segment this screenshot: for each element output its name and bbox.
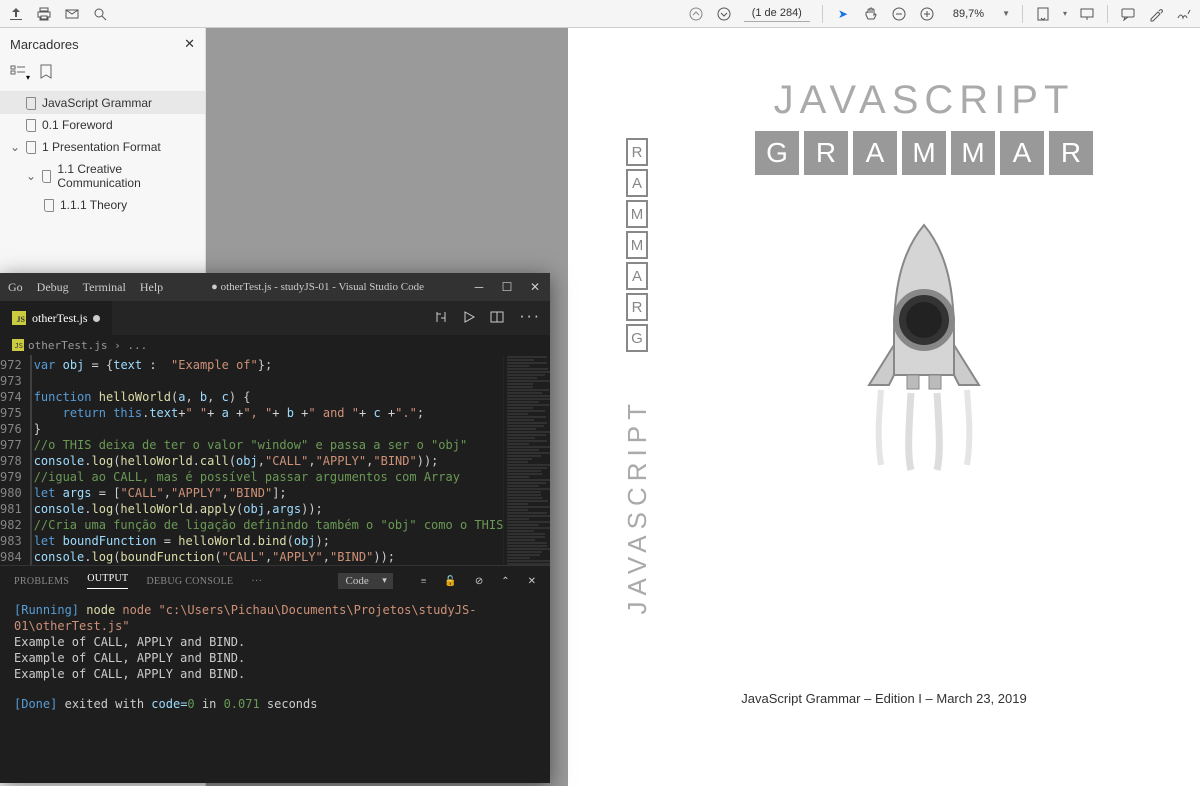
spaceship-illustration — [688, 215, 1160, 478]
run-icon[interactable] — [462, 310, 476, 327]
print-icon[interactable] — [36, 6, 52, 22]
search-icon[interactable] — [92, 6, 108, 22]
bookmark-item[interactable]: JavaScript Grammar — [0, 92, 205, 114]
book-footer: JavaScript Grammar – Edition I – March 2… — [741, 691, 1026, 706]
compare-icon[interactable] — [434, 310, 448, 327]
separator — [822, 5, 823, 23]
bottom-panel: PROBLEMS OUTPUT DEBUG CONSOLE ··· Code ≡… — [0, 565, 550, 718]
page-up-icon[interactable] — [688, 6, 704, 22]
chevron-down-icon[interactable]: ⌄ — [26, 169, 36, 183]
bookmarks-view-icon[interactable]: ▾ — [10, 64, 30, 83]
output-text: seconds — [260, 697, 318, 711]
mail-icon[interactable] — [64, 6, 80, 22]
output-content[interactable]: [Running] node node "c:\Users\Pichau\Doc… — [0, 596, 550, 718]
separator — [1022, 5, 1023, 23]
bookmark-label: 1.1 Creative Communication — [57, 162, 197, 190]
output-cmd: node "c:\Users\Pichau\Documents\Projetos… — [14, 603, 476, 633]
presentation-icon[interactable] — [1079, 6, 1095, 22]
tab-more[interactable]: ··· — [251, 576, 262, 587]
output-running-label: [Running] — [14, 603, 79, 617]
tab-problems[interactable]: PROBLEMS — [14, 576, 69, 587]
bookmark-item[interactable]: ⌄ 1.1 Creative Communication — [0, 158, 205, 194]
close-panel-icon[interactable]: ✕ — [528, 576, 536, 587]
upload-icon[interactable] — [8, 6, 24, 22]
read-mode-icon[interactable] — [1035, 6, 1051, 22]
comment-icon[interactable] — [1120, 6, 1136, 22]
separator — [1107, 5, 1108, 23]
bookmark-label: 1.1.1 Theory — [60, 198, 127, 212]
bookmark-item[interactable]: 1.1.1 Theory — [0, 194, 205, 216]
output-channel-select[interactable]: Code — [338, 573, 393, 589]
vscode-titlebar[interactable]: Go Debug Terminal Help ● otherTest.js - … — [0, 273, 550, 301]
split-icon[interactable] — [490, 310, 504, 327]
pointer-icon[interactable]: ➤ — [835, 6, 851, 22]
more-icon[interactable]: ··· — [518, 310, 540, 327]
bookmarks-title: Marcadores — [10, 37, 79, 52]
editor-tab[interactable]: JS otherTest.js — [0, 301, 113, 335]
output-code-val: 0 — [187, 697, 194, 711]
minimize-icon[interactable]: ─ — [472, 280, 486, 294]
tab-output[interactable]: OUTPUT — [87, 573, 128, 589]
bookmark-item[interactable]: ⌄ 1 Presentation Format — [0, 136, 205, 158]
code-content[interactable]: var obj = {text : "Example of"}; functio… — [30, 355, 504, 565]
book-title: JAVASCRIPT — [688, 78, 1160, 123]
output-line: Example of CALL, APPLY and BIND. — [14, 666, 536, 682]
maximize-icon[interactable]: ☐ — [500, 280, 514, 294]
vscode-window: Go Debug Terminal Help ● otherTest.js - … — [0, 273, 550, 783]
output-node: node — [86, 603, 115, 617]
pdf-toolbar: (1 de 284) ➤ 89,7% ▼ ▾ — [0, 0, 1200, 28]
close-icon[interactable]: ✕ — [528, 280, 542, 294]
pdf-page: GRAMMAR JAVASCRIPT JAVASCRIPT GRAMMAR — [568, 28, 1200, 786]
bookmark-label: JavaScript Grammar — [42, 96, 152, 110]
grammar-boxes: GRAMMAR — [688, 131, 1160, 175]
editor-tabs: JS otherTest.js ··· — [0, 301, 550, 335]
js-file-icon: JS — [12, 311, 26, 325]
unsaved-dot-icon — [93, 315, 100, 322]
chevron-up-icon[interactable]: ⌃ — [501, 576, 509, 587]
bookmark-label: 1 Presentation Format — [42, 140, 161, 154]
highlight-icon[interactable] — [1148, 6, 1164, 22]
menu-debug[interactable]: Debug — [37, 280, 69, 295]
hand-icon[interactable] — [863, 6, 879, 22]
page-down-icon[interactable] — [716, 6, 732, 22]
line-numbers: 9729739749759769779789799809819829839849… — [0, 355, 30, 565]
output-done-label: [Done] — [14, 697, 57, 711]
sign-icon[interactable] — [1176, 6, 1192, 22]
output-text: code= — [151, 697, 187, 711]
window-title: ● otherTest.js - studyJS-01 - Visual Stu… — [177, 281, 458, 293]
vertical-grammar-boxes: GRAMMAR — [626, 138, 648, 352]
zoom-level[interactable]: 89,7% — [947, 6, 990, 22]
chevron-down-icon[interactable]: ⌄ — [10, 140, 20, 154]
output-line: Example of CALL, APPLY and BIND. — [14, 650, 536, 666]
bookmark-item[interactable]: 0.1 Foreword — [0, 114, 205, 136]
menu-terminal[interactable]: Terminal — [83, 280, 126, 295]
bookmark-label: 0.1 Foreword — [42, 118, 113, 132]
breadcrumb[interactable]: JS otherTest.js › ... — [0, 335, 550, 355]
minimap[interactable] — [503, 355, 550, 565]
lock-icon[interactable]: 🔓 — [444, 576, 456, 587]
output-line: Example of CALL, APPLY and BIND. — [14, 634, 536, 650]
list-icon[interactable]: ≡ — [421, 576, 427, 587]
breadcrumb-text: otherTest.js › ... — [28, 339, 147, 352]
zoom-dropdown-icon[interactable]: ▼ — [1002, 9, 1010, 18]
output-time: 0.071 — [224, 697, 260, 711]
zoom-out-icon[interactable] — [891, 6, 907, 22]
tab-label: otherTest.js — [32, 311, 87, 326]
close-icon[interactable]: ✕ — [184, 36, 195, 52]
tab-debug-console[interactable]: DEBUG CONSOLE — [146, 576, 233, 587]
menu-go[interactable]: Go — [8, 280, 23, 295]
output-text: in — [195, 697, 224, 711]
js-file-icon: JS — [12, 339, 24, 351]
vertical-title: JAVASCRIPT — [622, 398, 653, 615]
bookmark-icon[interactable] — [40, 64, 52, 83]
output-text: exited with — [65, 697, 152, 711]
dropdown-icon[interactable]: ▾ — [1063, 9, 1067, 18]
page-indicator[interactable]: (1 de 284) — [744, 5, 810, 22]
zoom-in-icon[interactable] — [919, 6, 935, 22]
menu-help[interactable]: Help — [140, 280, 163, 295]
clear-icon[interactable]: ⊘ — [475, 576, 483, 587]
code-editor[interactable]: 9729739749759769779789799809819829839849… — [0, 355, 550, 565]
